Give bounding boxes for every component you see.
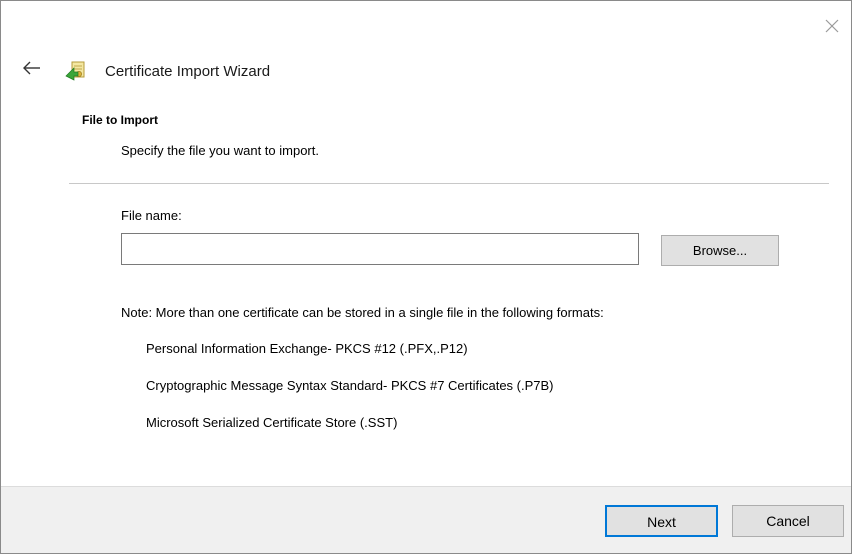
file-name-label: File name: — [121, 208, 182, 223]
close-button[interactable] — [821, 15, 843, 37]
wizard-footer — [1, 486, 851, 553]
section-subtitle: Specify the file you want to import. — [121, 143, 319, 158]
format-item-sst: Microsoft Serialized Certificate Store (… — [146, 415, 398, 430]
certificate-wizard-icon — [63, 58, 89, 84]
back-arrow-icon — [23, 61, 40, 75]
header-divider — [69, 183, 829, 184]
wizard-title: Certificate Import Wizard — [105, 63, 271, 80]
next-button[interactable]: Next — [605, 505, 718, 537]
back-button[interactable] — [21, 59, 43, 77]
format-item-pfx: Personal Information Exchange- PKCS #12 … — [146, 341, 468, 356]
cancel-button[interactable]: Cancel — [732, 505, 844, 537]
section-title: File to Import — [82, 113, 158, 127]
close-icon — [825, 19, 839, 33]
browse-button[interactable]: Browse... — [661, 235, 779, 266]
formats-note: Note: More than one certificate can be s… — [121, 305, 604, 320]
file-name-input[interactable] — [121, 233, 639, 265]
format-item-p7b: Cryptographic Message Syntax Standard- P… — [146, 378, 554, 393]
certificate-import-wizard-window: Certificate Import Wizard File to Import… — [0, 0, 852, 554]
